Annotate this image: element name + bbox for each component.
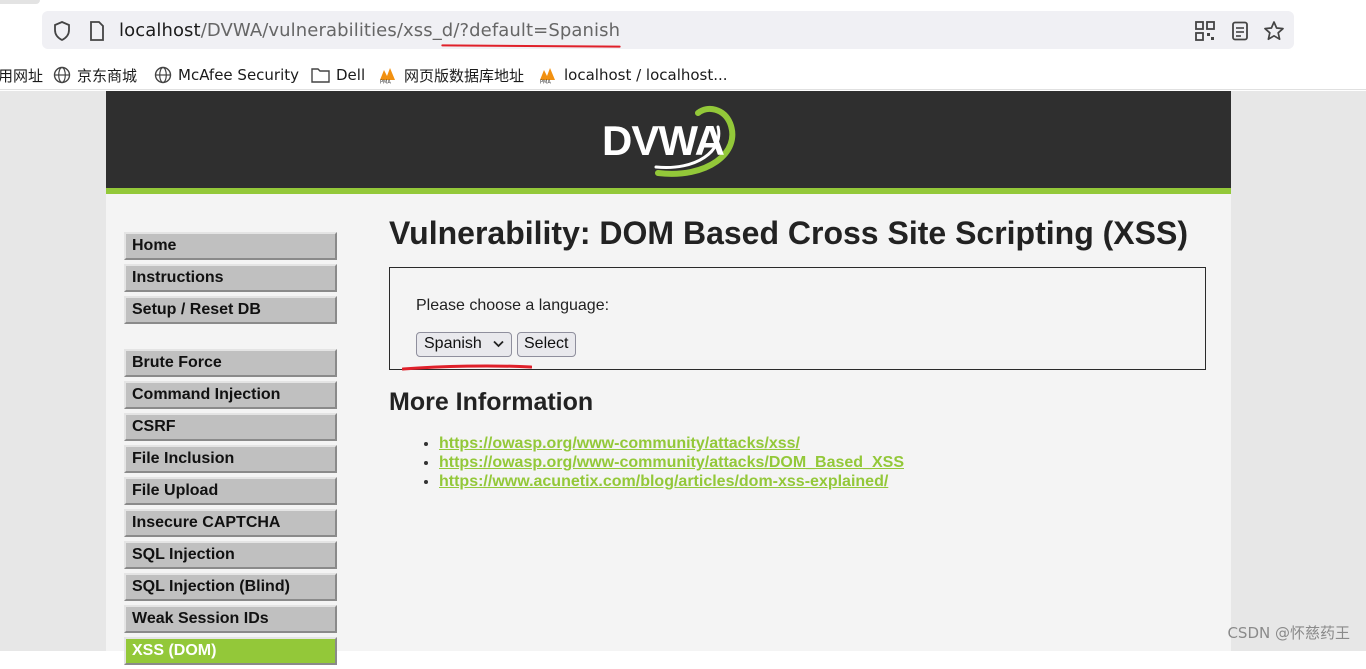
bookmark-label: localhost / localhost... [564,66,728,84]
vulnerable-form-box: Please choose a language: Spanish Select [389,267,1206,371]
page-title: Vulnerability: DOM Based Cross Site Scri… [389,215,1188,251]
select-button[interactable]: Select [517,332,576,357]
reference-links: https://owasp.org/www-community/attacks/… [425,434,904,491]
reference-link[interactable]: https://owasp.org/www-community/attacks/… [439,454,904,471]
menu-group-vulnerabilities: Brute Force Command Injection CSRF File … [124,349,337,669]
menu-item-instructions[interactable]: Instructions [124,264,337,292]
shield-icon[interactable] [51,20,73,42]
browser-toolbar: localhost/DVWA/vulnerabilities/xss_d/?de… [0,0,1366,60]
site-header: DVWA [106,91,1231,194]
svg-text:PMA: PMA [540,80,551,85]
menu-item-weak-session-ids[interactable]: Weak Session IDs [124,605,337,633]
qr-code-icon[interactable] [1194,20,1216,42]
language-prompt: Please choose a language: [416,297,610,314]
red-annotation-underline [402,364,532,371]
logo-text: DVWA [602,117,725,164]
reference-link[interactable]: https://www.acunetix.com/blog/articles/d… [439,473,888,490]
url-path: /DVWA/vulnerabilities/xss_d/?default=Spa… [200,20,621,41]
menu-item-sql-injection-blind[interactable]: SQL Injection (Blind) [124,573,337,601]
bookmark-label: McAfee Security [178,66,300,84]
menu-item-sql-injection[interactable]: SQL Injection [124,541,337,569]
pma-icon: PMA [380,68,395,85]
menu-item-file-inclusion[interactable]: File Inclusion [124,445,337,473]
list-item: https://owasp.org/www-community/attacks/… [439,434,904,453]
bookmark-item[interactable]: PMA localhost / localhost... [538,64,728,86]
dvwa-container: DVWA Home Instructions Setup / Reset DB … [106,91,1231,665]
watermark: CSDN @怀慈药王 [1227,624,1350,642]
bookmark-label: 用网址 [0,66,44,85]
url-text[interactable]: localhost/DVWA/vulnerabilities/xss_d/?de… [119,20,620,41]
menu-item-setup-reset-db[interactable]: Setup / Reset DB [124,296,337,324]
dvwa-logo: DVWA [596,101,736,181]
tab-edge [0,0,40,4]
reference-link[interactable]: https://owasp.org/www-community/attacks/… [439,435,800,452]
address-bar[interactable]: localhost/DVWA/vulnerabilities/xss_d/?de… [42,11,1294,49]
menu-item-command-injection[interactable]: Command Injection [124,381,337,409]
menu-group-main: Home Instructions Setup / Reset DB [124,232,337,328]
bookmark-label: 京东商城 [77,66,138,85]
svg-text:PMA: PMA [380,80,391,85]
menu-item-brute-force[interactable]: Brute Force [124,349,337,377]
main-content: Vulnerability: DOM Based Cross Site Scri… [389,215,1209,490]
url-host: localhost [119,20,201,41]
language-select[interactable]: Spanish [416,332,512,357]
reader-view-icon[interactable] [1229,20,1251,42]
folder-icon [311,68,330,83]
menu-item-xss-dom[interactable]: XSS (DOM) [124,637,337,665]
more-information-heading: More Information [389,388,594,416]
bookmark-item[interactable]: 用网址 [0,64,43,86]
menu-item-file-upload[interactable]: File Upload [124,477,337,505]
globe-icon [154,66,172,84]
bookmark-label: Dell [336,66,366,84]
bookmark-item[interactable]: McAfee Security [154,64,299,86]
bookmark-item[interactable]: PMA 网页版数据库地址 [378,64,524,86]
chevron-down-icon [493,340,504,348]
bookmarks-bar: 用网址 京东商城 McAfee Security Dell PMA 网页版数据库… [0,60,1366,90]
bookmark-item[interactable]: Dell [311,64,365,86]
menu-item-home[interactable]: Home [124,232,337,260]
language-select-value: Spanish [424,335,482,352]
menu-item-csrf[interactable]: CSRF [124,413,337,441]
bookmark-label: 网页版数据库地址 [404,66,525,85]
star-icon[interactable] [1263,20,1285,42]
globe-icon [53,66,71,84]
pma-icon: PMA [540,68,555,85]
bookmark-item[interactable]: 京东商城 [53,64,137,86]
menu-item-insecure-captcha[interactable]: Insecure CAPTCHA [124,509,337,537]
page-icon [86,20,108,42]
list-item: https://www.acunetix.com/blog/articles/d… [439,472,904,491]
list-item: https://owasp.org/www-community/attacks/… [439,453,904,472]
